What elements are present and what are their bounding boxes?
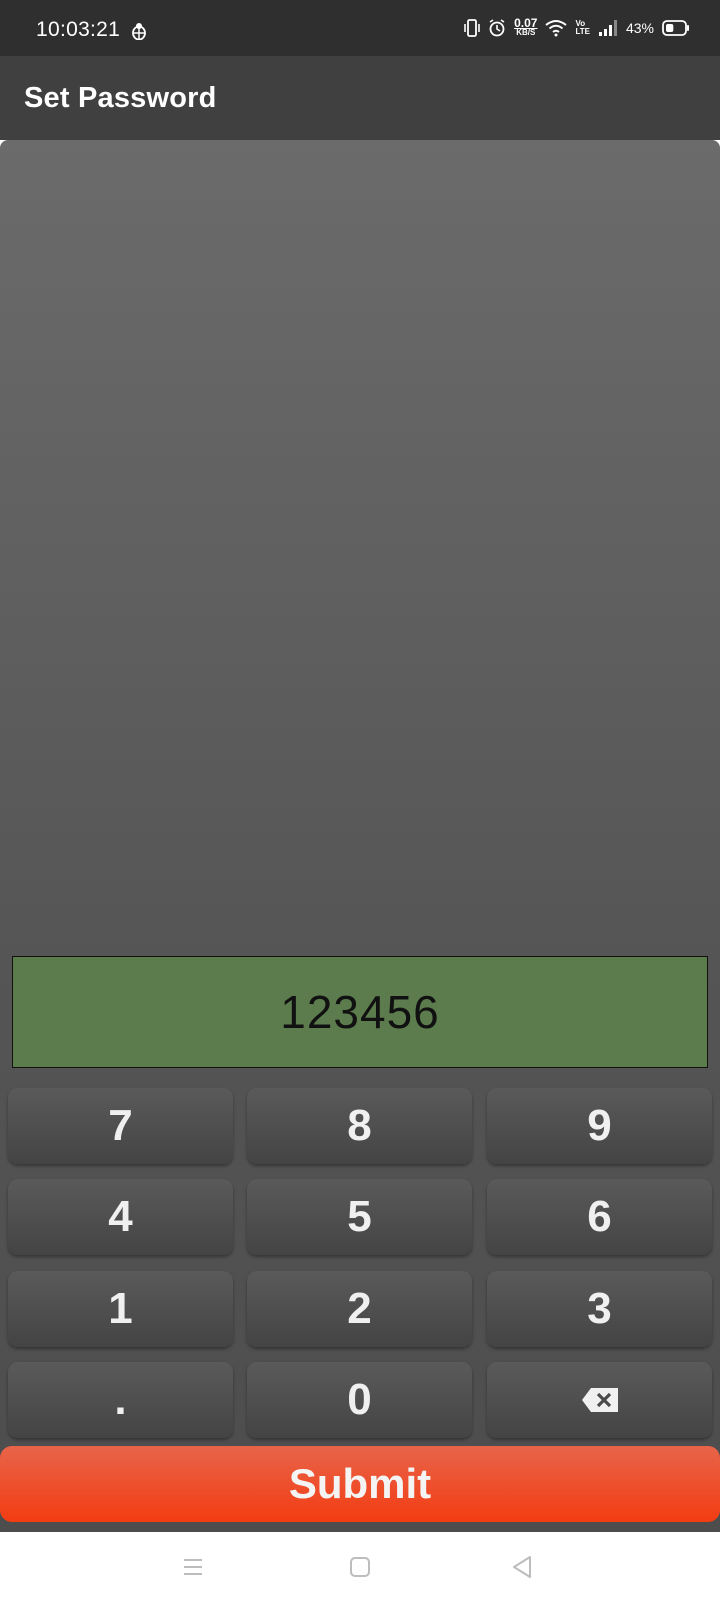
signal-icon <box>598 20 617 36</box>
status-time: 10:03:21 <box>36 18 121 41</box>
key-0[interactable]: 0 <box>247 1362 472 1438</box>
bug-icon <box>132 23 146 40</box>
volte-bottom: LTE <box>575 27 590 36</box>
key-2[interactable]: 2 <box>247 1271 472 1347</box>
key-4[interactable]: 4 <box>8 1179 233 1255</box>
key-3[interactable]: 3 <box>487 1271 712 1347</box>
menu-icon[interactable] <box>178 1552 208 1582</box>
network-speed: 0.07 KB/S <box>514 16 538 38</box>
backspace-icon <box>581 1388 618 1412</box>
key-1[interactable]: 1 <box>8 1271 233 1347</box>
backspace-button[interactable] <box>487 1362 712 1438</box>
app-bar: Set Password <box>0 56 720 140</box>
alarm-icon <box>489 19 505 37</box>
key-7[interactable]: 7 <box>8 1088 233 1164</box>
password-display: 123456 <box>12 956 708 1068</box>
key-dot[interactable]: . <box>8 1362 233 1438</box>
key-5[interactable]: 5 <box>247 1179 472 1255</box>
key-8[interactable]: 8 <box>247 1088 472 1164</box>
wifi-icon <box>545 20 568 37</box>
battery-icon <box>662 20 689 36</box>
battery-level-fill <box>666 24 674 32</box>
net-speed-unit: KB/S <box>516 28 536 37</box>
back-icon[interactable] <box>508 1552 538 1582</box>
status-bar: 10:03:21 0.07 KB/S Vo LTE 43% <box>0 0 720 56</box>
home-icon[interactable] <box>345 1552 375 1582</box>
battery-percent: 43% <box>625 20 654 36</box>
page-title: Set Password <box>24 82 217 114</box>
system-nav-bar <box>0 1532 720 1600</box>
vibrate-icon <box>464 19 480 37</box>
key-9[interactable]: 9 <box>487 1088 712 1164</box>
key-6[interactable]: 6 <box>487 1179 712 1255</box>
submit-button[interactable]: Submit <box>0 1446 720 1522</box>
net-speed-value: 0.07 <box>514 16 538 30</box>
status-icons: 0.07 KB/S Vo LTE 43% <box>464 14 690 42</box>
volte-indicator: Vo LTE <box>575 20 590 36</box>
